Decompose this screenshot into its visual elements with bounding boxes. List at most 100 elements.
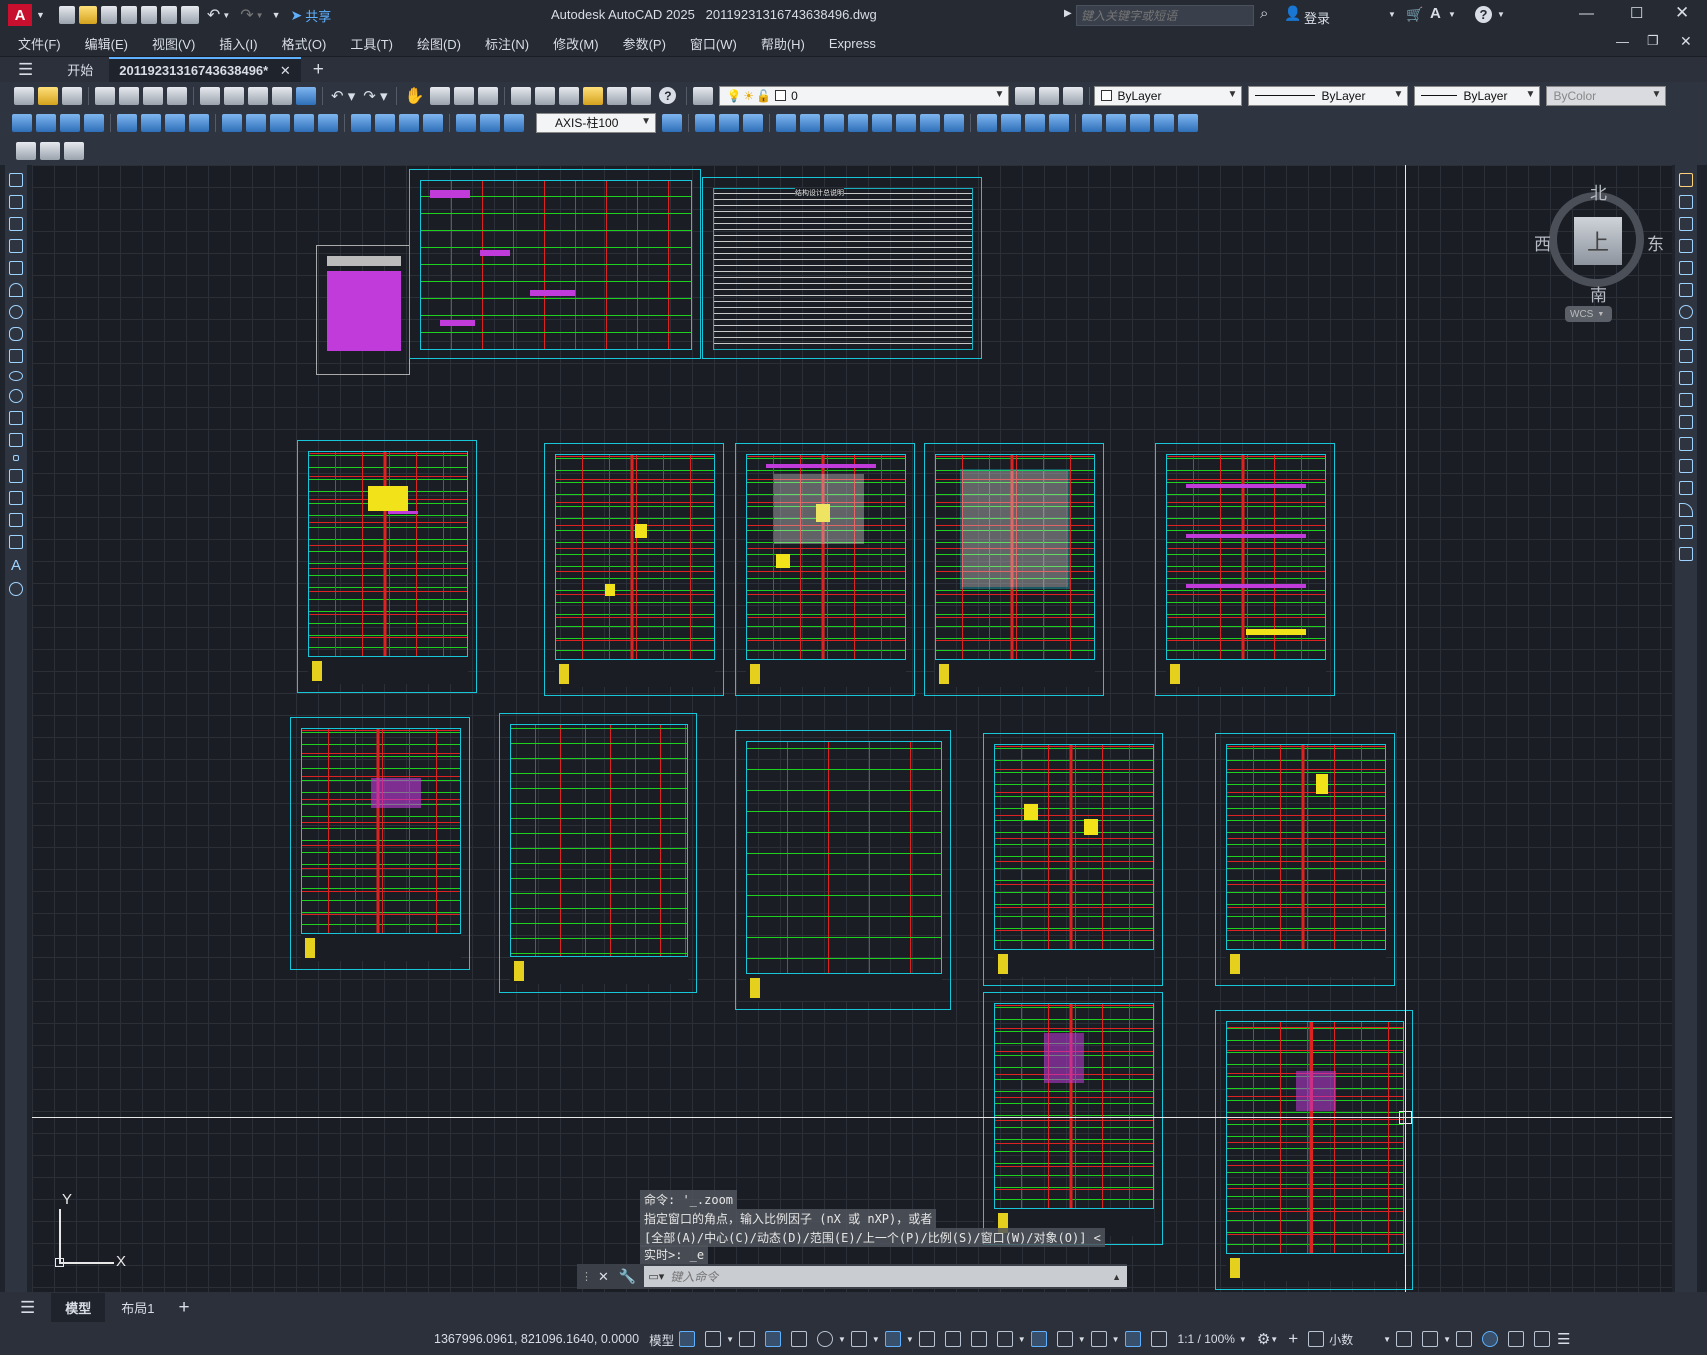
- undo-chevron-icon[interactable]: ▼: [222, 11, 230, 20]
- tool-palettes-icon[interactable]: [559, 86, 580, 105]
- units-icon[interactable]: [1308, 1331, 1325, 1347]
- break-at-point-icon[interactable]: [1679, 415, 1693, 429]
- revcloud-icon[interactable]: [9, 327, 23, 341]
- object-snap-chevron-icon[interactable]: ▼: [906, 1335, 914, 1344]
- login-chevron-icon[interactable]: ▼: [1388, 10, 1396, 19]
- region-icon[interactable]: [9, 513, 23, 527]
- snap-chevron-icon[interactable]: ▼: [726, 1335, 734, 1344]
- menu-parametric[interactable]: 参数(P): [611, 34, 678, 53]
- modify-2-icon[interactable]: [800, 113, 820, 132]
- tab-close-icon[interactable]: ✕: [280, 63, 291, 78]
- preview-icon[interactable]: [119, 86, 139, 105]
- match-properties-icon[interactable]: [272, 86, 292, 105]
- viewcube[interactable]: 上 北 南 西 东: [1529, 184, 1664, 305]
- selection-cycling-icon[interactable]: [970, 1331, 987, 1347]
- ordinate-dim-icon[interactable]: [84, 113, 104, 132]
- modify-6-icon[interactable]: [896, 113, 916, 132]
- pan-icon[interactable]: ✋: [405, 86, 425, 106]
- make-current-layer-icon[interactable]: [1015, 86, 1036, 105]
- fillet-icon[interactable]: [1679, 503, 1693, 517]
- sheet-slab-plan-3[interactable]: [983, 992, 1163, 1245]
- menu-insert[interactable]: 插入(I): [207, 34, 269, 53]
- solid-4-icon[interactable]: [1049, 113, 1069, 132]
- zoom-window-icon[interactable]: [454, 86, 475, 105]
- model-space-toggle[interactable]: 模型: [649, 1330, 674, 1349]
- copy-object-icon[interactable]: [1679, 195, 1693, 209]
- object-snap-icon[interactable]: [884, 1331, 901, 1347]
- 3d-print-icon[interactable]: [167, 86, 187, 105]
- insert-block-icon[interactable]: [9, 411, 23, 425]
- annotation-scale[interactable]: 1:1 / 100%: [1178, 1332, 1235, 1346]
- menu-express[interactable]: Express: [817, 36, 888, 51]
- doc-restore-icon[interactable]: ❐: [1647, 33, 1659, 49]
- viewcube-south[interactable]: 南: [1590, 281, 1607, 306]
- selection-filter-icon[interactable]: [1056, 1331, 1073, 1347]
- annotation-monitor-icon[interactable]: +: [1288, 1329, 1298, 1349]
- qnew-icon[interactable]: [14, 86, 34, 105]
- sheet-general-notes[interactable]: 结构设计总说明: [702, 177, 982, 359]
- doc-minimize-icon[interactable]: —: [1616, 34, 1629, 49]
- arc-length-icon[interactable]: [60, 113, 80, 132]
- solid-3-icon[interactable]: [1025, 113, 1045, 132]
- help-icon[interactable]: ?: [1475, 6, 1492, 23]
- calculator-icon[interactable]: [631, 86, 652, 105]
- autocad-logo-icon[interactable]: A: [8, 4, 32, 26]
- gizmo-icon[interactable]: [1090, 1331, 1107, 1347]
- menu-format[interactable]: 格式(O): [270, 34, 339, 53]
- linetype-chevron-icon[interactable]: ▼: [1394, 89, 1404, 100]
- continue-dim-icon[interactable]: [270, 113, 290, 132]
- redo-icon[interactable]: ↷: [240, 5, 253, 25]
- customize-chevron-icon[interactable]: ▼: [272, 10, 281, 20]
- sheet-roof-plan-1[interactable]: [297, 440, 477, 693]
- menu-dimension[interactable]: 标注(N): [473, 34, 541, 53]
- chamfer-icon[interactable]: [1679, 481, 1693, 495]
- wcs-menu[interactable]: WCS ▼: [1565, 306, 1612, 322]
- dim-break-icon[interactable]: [318, 113, 338, 132]
- ellipse-icon[interactable]: [9, 371, 23, 381]
- copy-icon[interactable]: [224, 86, 244, 105]
- toolbar-help-icon[interactable]: ?: [659, 87, 677, 104]
- modify-8-icon[interactable]: [944, 113, 964, 132]
- dim-style-manager-icon[interactable]: [662, 113, 682, 132]
- units-value[interactable]: 小数: [1329, 1331, 1353, 1348]
- lineweight-chevron-icon[interactable]: ▼: [1526, 89, 1536, 100]
- plotstyle-chevron-icon[interactable]: ▼: [1652, 89, 1662, 100]
- publish-icon[interactable]: [143, 86, 163, 105]
- blend-icon[interactable]: [1679, 525, 1693, 539]
- construction-line-icon[interactable]: [9, 195, 23, 209]
- polar-chevron-icon[interactable]: ▼: [838, 1335, 846, 1344]
- dim-space-icon[interactable]: [294, 113, 314, 132]
- command-customize-icon[interactable]: 🔧: [619, 1268, 636, 1285]
- annotation-visibility-icon[interactable]: [1124, 1331, 1141, 1347]
- diameter-dim-icon[interactable]: [165, 113, 185, 132]
- scale-icon[interactable]: [1679, 327, 1693, 341]
- menu-view[interactable]: 视图(V): [140, 34, 207, 53]
- undo-icon[interactable]: ↶: [207, 5, 220, 25]
- coordinates-readout[interactable]: 1367996.0961, 821096.1640, 0.0000: [434, 1332, 639, 1346]
- color-dropdown[interactable]: ByLayer ▼: [1094, 85, 1243, 106]
- save-as-icon[interactable]: [120, 6, 137, 24]
- solid-9-icon[interactable]: [1178, 113, 1198, 132]
- point-icon[interactable]: [13, 455, 19, 461]
- workspace-gear-icon[interactable]: ⚙: [1257, 1330, 1270, 1348]
- extend-icon[interactable]: [1679, 393, 1693, 407]
- tab-document[interactable]: 20119231316743638496* ✕: [109, 56, 301, 83]
- block-editor-icon[interactable]: [296, 86, 316, 105]
- solid-2-icon[interactable]: [1001, 113, 1021, 132]
- model-space-canvas[interactable]: 结构设计总说明 上 北 南 西 东 WCS ▼ Y X 命令: '_.zoom …: [32, 165, 1672, 1292]
- solid-5-icon[interactable]: [1082, 113, 1102, 132]
- isolate-objects-icon[interactable]: [1456, 1331, 1472, 1347]
- add-selected-icon[interactable]: [9, 582, 23, 596]
- circle-icon[interactable]: [9, 305, 23, 319]
- table-icon[interactable]: [9, 535, 23, 549]
- selection-filter-chevron-icon[interactable]: ▼: [1078, 1335, 1086, 1344]
- wcs-chevron-icon[interactable]: ▼: [1597, 311, 1604, 318]
- sheet-column-plan[interactable]: [1155, 443, 1335, 696]
- layer-lock-icon[interactable]: 🔓: [756, 89, 771, 103]
- dim-edit-icon[interactable]: [456, 113, 476, 132]
- layer-states-icon[interactable]: [1063, 86, 1084, 105]
- ortho-icon[interactable]: [791, 1331, 807, 1347]
- solid-7-icon[interactable]: [1130, 113, 1150, 132]
- aligned-dim-icon[interactable]: [36, 113, 56, 132]
- zoom-realtime-icon[interactable]: [430, 86, 451, 105]
